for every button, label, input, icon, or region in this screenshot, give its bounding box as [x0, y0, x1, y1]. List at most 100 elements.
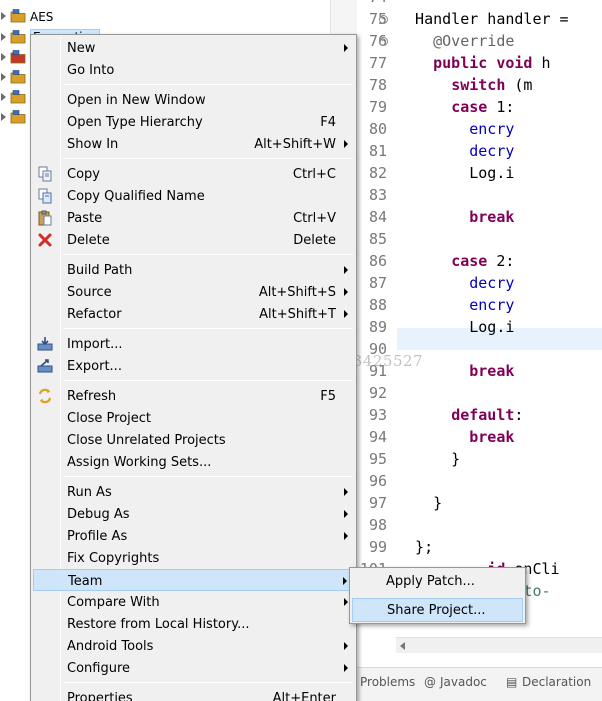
code-line[interactable]: Log.i — [397, 318, 514, 340]
expand-arrow-icon[interactable] — [1, 53, 6, 61]
code-line[interactable]: switch (m — [397, 76, 532, 98]
submenu-arrow-icon — [344, 510, 348, 518]
menu-item-build-path[interactable]: Build Path — [33, 259, 354, 281]
menu-item-assign-working-sets[interactable]: Assign Working Sets... — [33, 451, 354, 473]
code-line[interactable]: default: — [397, 406, 523, 428]
menu-item-source[interactable]: Source Alt+Shift+S — [33, 281, 354, 303]
menu-item-copy-qualified-name[interactable]: Copy Qualified Name — [33, 185, 354, 207]
menu-item-shortcut: Alt+Enter — [272, 691, 336, 701]
context-menu: New Go Into Open in New Window Open Type Hi… — [30, 34, 357, 701]
code-line[interactable]: } — [397, 450, 460, 472]
code-token: } — [397, 450, 461, 468]
menu-item-paste[interactable]: Paste Ctrl+V — [33, 207, 354, 229]
menu-item-shortcut: Delete — [293, 233, 336, 248]
code-line[interactable]: break — [397, 428, 514, 450]
submenu-item-share-project[interactable]: Share Project... — [352, 598, 523, 622]
menu-item-open-in-new-window[interactable]: Open in New Window — [33, 89, 354, 111]
menu-item-label: Close Project — [67, 411, 152, 426]
scroll-left-icon[interactable] — [400, 642, 405, 650]
project-folder-icon — [10, 90, 26, 104]
menu-item-properties[interactable]: Properties Alt+Enter — [33, 687, 354, 701]
project-folder-icon — [10, 110, 26, 124]
submenu-arrow-icon — [344, 44, 348, 52]
menu-item-export[interactable]: Export... — [33, 355, 354, 377]
menu-item-label: Debug As — [67, 507, 130, 522]
menu-item-import[interactable]: Import... — [33, 333, 354, 355]
expand-arrow-icon[interactable] — [1, 12, 6, 20]
menu-separator — [63, 380, 353, 381]
code-line[interactable]: }; — [397, 538, 433, 560]
code-line[interactable]: Handler handler = — [397, 10, 569, 32]
horizontal-scrollbar[interactable] — [396, 637, 602, 653]
fold-toggle-icon[interactable]: − — [379, 15, 388, 24]
code-token: 2: — [487, 252, 515, 270]
menu-item-refresh[interactable]: Refresh F5 — [33, 385, 354, 407]
code-editor[interactable]: 7475−76−77787980818283848586878889909192… — [330, 0, 602, 655]
menu-item-show-in[interactable]: Show In Alt+Shift+W — [33, 133, 354, 155]
code-token: (m — [505, 76, 533, 94]
code-token: 1: — [487, 98, 515, 116]
line-number: 74 — [347, 0, 387, 6]
code-token: break — [469, 362, 515, 380]
menu-item-copy[interactable]: Copy Ctrl+C — [33, 163, 354, 185]
menu-item-label: Import... — [67, 337, 123, 352]
paste-icon — [37, 210, 53, 226]
menu-item-restore-from-local-history[interactable]: Restore from Local History... — [33, 613, 354, 635]
menu-item-android-tools[interactable]: Android Tools — [33, 635, 354, 657]
submenu-item-apply-patch[interactable]: Apply Patch... — [352, 570, 523, 594]
refresh-icon — [37, 388, 53, 404]
menu-item-debug-as[interactable]: Debug As — [33, 503, 354, 525]
menu-item-new[interactable]: New — [33, 37, 354, 59]
submenu-arrow-icon — [343, 577, 347, 585]
menu-item-configure[interactable]: Configure — [33, 657, 354, 679]
menu-item-close-unrelated-projects[interactable]: Close Unrelated Projects — [33, 429, 354, 451]
expand-arrow-icon[interactable] — [1, 33, 6, 41]
code-line[interactable]: encry — [397, 120, 514, 142]
menu-item-open-type-hierarchy[interactable]: Open Type Hierarchy F4 — [33, 111, 354, 133]
expand-arrow-icon[interactable] — [1, 113, 6, 121]
code-token: encry — [469, 296, 515, 314]
tab-declaration[interactable]: ▤ Declaration — [506, 675, 591, 689]
code-line[interactable]: } — [397, 494, 442, 516]
code-line[interactable]: decry — [397, 142, 514, 164]
code-token: case — [451, 252, 488, 270]
expand-arrow-icon[interactable] — [1, 73, 6, 81]
code-line[interactable]: case 2: — [397, 252, 514, 274]
code-text[interactable]: Handler handler = @Override public void … — [397, 0, 602, 655]
menu-item-close-project[interactable]: Close Project — [33, 407, 354, 429]
code-token: switch — [451, 76, 506, 94]
menu-item-run-as[interactable]: Run As — [33, 481, 354, 503]
team-submenu: Apply Patch... Share Project... — [349, 567, 526, 624]
code-line[interactable]: break — [397, 208, 514, 230]
menu-item-fix-copyrights[interactable]: Fix Copyrights — [33, 547, 354, 569]
tree-item[interactable]: AES — [0, 7, 330, 27]
code-line[interactable]: case 1: — [397, 98, 514, 120]
submenu-arrow-icon — [344, 140, 348, 148]
code-token: }; — [397, 538, 434, 556]
code-line[interactable]: encry — [397, 296, 514, 318]
menu-item-label: Refactor — [67, 307, 122, 322]
code-token: decry — [469, 274, 515, 292]
menu-item-label: Close Unrelated Projects — [67, 433, 226, 448]
tab-problems[interactable]: Problems — [360, 675, 415, 689]
menu-item-label: Android Tools — [67, 639, 154, 654]
menu-item-delete[interactable]: Delete Delete — [33, 229, 354, 251]
menu-item-go-into[interactable]: Go Into — [33, 59, 354, 81]
code-line[interactable]: public void h — [397, 54, 550, 76]
tab-javadoc[interactable]: @ Javadoc — [424, 675, 487, 689]
menu-item-refactor[interactable]: Refactor Alt+Shift+T — [33, 303, 354, 325]
expand-arrow-icon[interactable] — [1, 93, 6, 101]
menu-item-profile-as[interactable]: Profile As — [33, 525, 354, 547]
menu-item-label: Copy Qualified Name — [67, 189, 205, 204]
code-line[interactable]: @Override — [397, 32, 514, 54]
code-line[interactable]: decry — [397, 274, 514, 296]
code-line[interactable]: Log.i — [397, 164, 514, 186]
fold-toggle-icon[interactable]: − — [379, 37, 388, 46]
project-folder-icon — [10, 50, 26, 64]
menu-item-team[interactable]: Team — [33, 569, 354, 591]
menu-item-compare-with[interactable]: Compare With — [33, 591, 354, 613]
